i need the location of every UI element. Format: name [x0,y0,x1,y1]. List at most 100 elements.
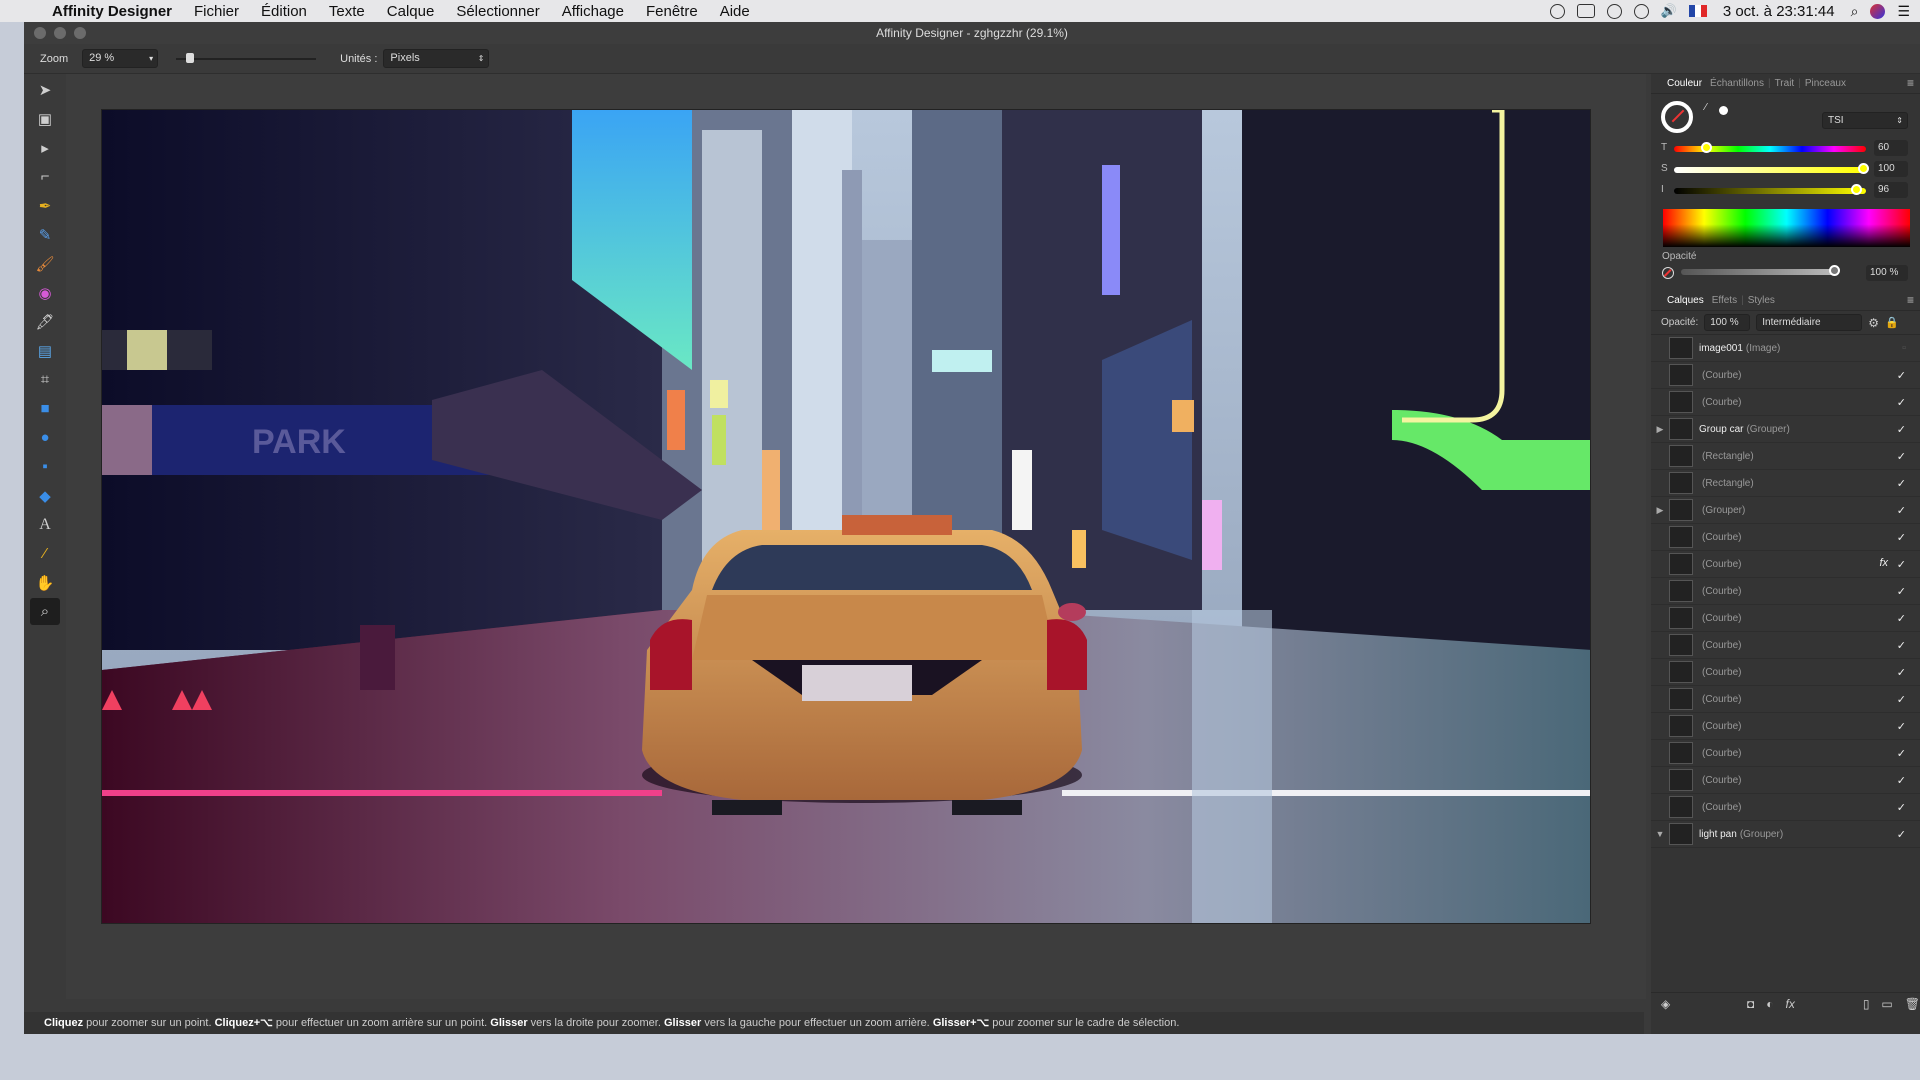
view-tool[interactable]: ✋ [30,569,60,596]
saturation-slider[interactable] [1674,167,1866,173]
transparency-tool[interactable]: 🖋 [30,308,60,335]
menu-edition[interactable]: Édition [261,3,307,20]
visibility-checkbox[interactable]: ✓ [1897,693,1906,706]
rounded-rectangle-tool[interactable]: ▪ [30,453,60,480]
opacity-slider[interactable] [1681,269,1836,275]
artboard[interactable]: PARK [101,109,1591,924]
lock-icon[interactable]: 🔒 [1885,316,1899,329]
tab-styles[interactable]: Styles [1744,295,1779,306]
fill-tool[interactable]: ◉ [30,279,60,306]
layer-row[interactable]: (Rectangle) ✓ [1651,443,1920,470]
white-swatch[interactable] [1719,106,1728,115]
color-model-select[interactable]: TSI ⇕ [1822,112,1908,129]
visibility-checkbox[interactable]: ✓ [1897,639,1906,652]
zoom-field[interactable]: 29 % ▾ [82,49,159,68]
visibility-checkbox[interactable]: ✓ [1897,423,1906,436]
menu-aide[interactable]: Aide [720,3,750,20]
creative-cloud-icon[interactable] [1549,3,1565,19]
layer-row[interactable]: (Courbe) ✓ [1651,524,1920,551]
layer-opacity-field[interactable]: 100 % [1704,314,1751,331]
visibility-checkbox[interactable]: ✓ [1897,396,1906,409]
color-picker-tool[interactable]: ⁄ [30,540,60,567]
time-machine-icon[interactable] [1606,3,1622,19]
intensity-value-field[interactable]: 96 [1874,182,1908,198]
fill-stroke-swatch[interactable] [1661,101,1693,133]
panel-menu-icon[interactable]: ≡ [1907,293,1914,307]
tab-echantillons[interactable]: Échantillons [1706,78,1768,89]
visibility-checkbox[interactable]: ✓ [1897,720,1906,733]
layer-row[interactable]: (Courbe) ✓ [1651,605,1920,632]
hue-slider-knob[interactable] [1701,142,1712,153]
visibility-checkbox[interactable]: ✓ [1897,450,1906,463]
layer-row[interactable]: ▶ Group car (Grouper) ✓ [1651,416,1920,443]
menu-calque[interactable]: Calque [387,3,435,20]
visibility-checkbox[interactable]: ✓ [1897,774,1906,787]
visibility-checkbox[interactable]: ✓ [1897,747,1906,760]
fx-icon[interactable]: fx [1786,997,1795,1011]
menu-fichier[interactable]: Fichier [194,3,239,20]
place-image-tool[interactable]: ▤ [30,337,60,364]
app-menu[interactable]: Affinity Designer [52,3,172,20]
visibility-checkbox[interactable]: ✓ [1897,477,1906,490]
visibility-checkbox[interactable]: ✓ [1897,369,1906,382]
layer-row[interactable]: (Courbe) ✓ [1651,713,1920,740]
blend-mode-select[interactable]: Intermédiaire [1756,314,1863,331]
tab-calques[interactable]: Calques [1663,295,1708,306]
rectangle-tool[interactable]: ■ [30,395,60,422]
tab-trait[interactable]: Trait [1771,78,1799,89]
artboard-tool[interactable]: ▣ [30,105,60,132]
intensity-slider-knob[interactable] [1851,184,1862,195]
adjustment-icon[interactable]: ◐ [1766,997,1773,1011]
expand-arrow-icon[interactable]: ▶ [1651,424,1669,435]
visibility-checkbox[interactable]: ✓ [1897,558,1906,571]
layer-row[interactable]: (Courbe) ✓ [1651,767,1920,794]
layer-row[interactable]: (Courbe) ✓ [1651,578,1920,605]
layer-row[interactable]: (Courbe) ✓ [1651,686,1920,713]
text-tool[interactable]: A [30,511,60,538]
tab-effets[interactable]: Effets [1708,295,1741,306]
visibility-checkbox[interactable]: ✓ [1897,612,1906,625]
ellipse-tool[interactable]: ● [30,424,60,451]
tab-pinceaux[interactable]: Pinceaux [1801,78,1850,89]
layer-row[interactable]: (Courbe) ✓ [1651,632,1920,659]
move-tool[interactable]: ➤ [30,76,60,103]
tab-couleur[interactable]: Couleur [1663,78,1706,89]
opacity-value-field[interactable]: 100 % [1866,265,1908,281]
mask-icon[interactable]: ◘ [1747,997,1754,1011]
gear-icon[interactable]: ⚙ [1868,316,1879,330]
menu-affichage[interactable]: Affichage [562,3,624,20]
menu-clock[interactable]: 3 oct. à 23:31:44 [1723,3,1835,20]
layer-row[interactable]: (Courbe) ✓ [1651,659,1920,686]
units-select[interactable]: Pixels ⇕ [383,49,490,68]
volume-icon[interactable]: 🔊 [1661,3,1677,19]
pencil-tool[interactable]: ✎ [30,221,60,248]
duplicate-layer-icon[interactable]: ▭ [1881,997,1892,1011]
expand-arrow-icon[interactable]: ▶ [1651,505,1669,516]
layer-row[interactable]: ▶ (Grouper) ✓ [1651,497,1920,524]
eyedropper-icon[interactable]: ⁄ [1705,102,1707,113]
menu-selectionner[interactable]: Sélectionner [456,3,539,20]
layer-row[interactable]: (Courbe) ✓ [1651,740,1920,767]
layer-row[interactable]: (Courbe) fx ✓ [1651,551,1920,578]
no-color-icon[interactable] [1662,267,1674,279]
panel-menu-icon[interactable]: ≡ [1907,76,1914,90]
layer-row[interactable]: (Courbe) ✓ [1651,794,1920,821]
trash-icon[interactable]: 🗑 [1905,997,1920,1011]
brush-tool[interactable]: 🖌 [30,250,60,277]
expand-arrow-icon[interactable]: ▼ [1651,829,1669,839]
layer-row[interactable]: ▼ light pan (Grouper) ✓ [1651,821,1920,848]
node-tool[interactable]: ▸ [30,134,60,161]
display-icon[interactable] [1576,4,1595,18]
saturation-slider-knob[interactable] [1858,163,1869,174]
new-layer-icon[interactable]: ▯ [1863,997,1870,1011]
siri-icon[interactable] [1870,3,1886,19]
zoom-slider[interactable] [176,52,317,63]
visibility-checkbox[interactable]: ✓ [1897,666,1906,679]
corner-tool[interactable]: ⌐ [30,163,60,190]
layer-row[interactable]: image001 (Image) ▫ [1651,335,1920,362]
menu-texte[interactable]: Texte [329,3,365,20]
hue-value-field[interactable]: 60 [1874,140,1908,156]
layers-stack-icon[interactable]: ◈ [1661,997,1670,1011]
intensity-slider[interactable] [1674,188,1866,194]
layer-row[interactable]: (Rectangle) ✓ [1651,470,1920,497]
